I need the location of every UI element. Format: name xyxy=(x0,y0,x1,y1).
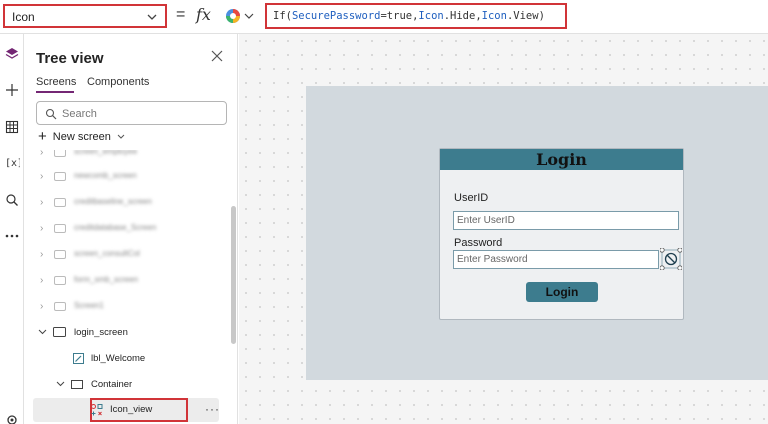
tree-item-label: login_screen xyxy=(74,327,128,338)
property-value: Icon xyxy=(12,10,35,24)
chevron-down-icon xyxy=(117,134,125,139)
copilot-icon xyxy=(226,9,254,23)
tree-item[interactable]: › newcomb_screen xyxy=(24,164,228,190)
tree-item-login-screen[interactable]: login_screen xyxy=(24,320,228,346)
tab-screens[interactable]: Screens xyxy=(36,76,76,88)
equals-sign: = xyxy=(176,6,186,23)
tab-components[interactable]: Components xyxy=(87,76,149,88)
login-title: Login xyxy=(536,150,587,169)
tree-item[interactable]: › Screen1 xyxy=(24,294,228,320)
chevron-down-icon xyxy=(56,381,65,387)
chevron-right-icon: › xyxy=(40,197,44,208)
power-apps-studio: Icon = fx If(SecurePassword=true,Icon.Hi… xyxy=(0,0,768,424)
tree-item-label: screen_consultCol xyxy=(74,249,140,258)
tree-view-title: Tree view xyxy=(36,50,104,67)
screen-icon xyxy=(54,150,66,157)
fx-icon[interactable]: fx xyxy=(196,5,211,24)
screen-tree-list: › screen_employee › newcomb_screen › cre… xyxy=(24,150,236,424)
tree-item[interactable]: › creditbaseline_screen xyxy=(24,190,228,216)
new-screen-label: New screen xyxy=(52,131,111,143)
scrollbar[interactable] xyxy=(231,206,236,344)
formula-bar: Icon = fx If(SecurePassword=true,Icon.Hi… xyxy=(0,0,768,34)
userid-label: UserID xyxy=(454,192,489,204)
tree-item[interactable]: › creditdatabase_Screen xyxy=(24,216,228,242)
tree-item-container[interactable]: Container xyxy=(24,372,228,398)
search-placeholder: Search xyxy=(62,108,97,120)
login-header: Login xyxy=(440,149,683,170)
copilot-button[interactable] xyxy=(224,6,262,26)
chevron-down-icon xyxy=(147,14,157,20)
tree-item-label: creditbaseline_screen xyxy=(74,197,152,206)
chevron-right-icon: › xyxy=(40,275,44,286)
tree-item-lbl-welcome[interactable]: lbl_Welcome xyxy=(24,346,228,372)
screen-icon xyxy=(54,250,66,259)
more-options-icon[interactable]: ··· xyxy=(205,402,220,416)
close-icon[interactable] xyxy=(209,50,225,66)
icon-control-icon xyxy=(91,404,103,416)
tree-item-label: creditdatabase_Screen xyxy=(74,223,157,232)
property-dropdown[interactable]: Icon xyxy=(3,4,167,28)
screen-icon xyxy=(54,276,66,285)
login-button[interactable]: Login xyxy=(526,282,598,302)
layers-icon[interactable] xyxy=(0,44,24,64)
screen-icon xyxy=(54,198,66,207)
formula-enum: Icon xyxy=(481,10,507,22)
plus-icon: + xyxy=(38,128,47,145)
screen-icon xyxy=(53,327,66,337)
tree-item-label: screen_employee xyxy=(74,150,138,156)
chevron-right-icon: › xyxy=(40,150,44,158)
edit-label-icon xyxy=(73,353,84,364)
tree-item[interactable]: › screen_consultCol xyxy=(24,242,228,268)
tree-item-icon-view[interactable]: Icon_view ··· xyxy=(33,398,219,422)
search-icon xyxy=(45,108,57,120)
settings-icon[interactable] xyxy=(0,410,24,424)
chevron-right-icon: › xyxy=(40,301,44,312)
tree-item-label: lbl_Welcome xyxy=(91,353,146,364)
formula-close: ) xyxy=(538,10,545,22)
login-container[interactable]: Login UserID Enter UserID Password Enter… xyxy=(439,148,684,320)
eye-hide-icon[interactable] xyxy=(659,247,683,271)
variables-icon[interactable]: [x] xyxy=(0,152,24,172)
more-icon[interactable] xyxy=(0,226,24,246)
chevron-right-icon: › xyxy=(40,249,44,260)
chevron-right-icon: › xyxy=(40,223,44,234)
active-tab-indicator xyxy=(36,91,74,93)
search-input[interactable]: Search xyxy=(36,101,227,125)
tree-item-label: Screen1 xyxy=(74,301,104,310)
search-icon[interactable] xyxy=(0,190,24,210)
new-screen-button[interactable]: + New screen xyxy=(38,128,125,145)
password-label: Password xyxy=(454,237,503,249)
tree-item-label: newcomb_screen xyxy=(74,171,137,180)
formula-var: SecurePassword xyxy=(291,10,381,22)
formula-fn: If( xyxy=(273,10,292,22)
screen-icon xyxy=(54,172,66,181)
chevron-down-icon xyxy=(38,329,47,335)
tree-item[interactable]: › form_smb_screen xyxy=(24,268,228,294)
password-input[interactable]: Enter Password xyxy=(453,250,659,269)
formula-input[interactable]: If(SecurePassword=true,Icon.Hide,Icon.Vi… xyxy=(265,3,567,29)
svg-text:[x]: [x] xyxy=(5,158,20,169)
tree-item-label: Icon_view xyxy=(110,404,153,415)
plus-icon[interactable] xyxy=(0,80,24,100)
tree-view-panel: Tree view Screens Components Search + Ne… xyxy=(24,34,238,424)
container-icon xyxy=(71,380,83,389)
formula-enum: Icon xyxy=(418,10,444,22)
tree-item-label: form_smb_screen xyxy=(74,275,139,284)
screen-icon xyxy=(54,302,66,311)
left-rail: [x] xyxy=(0,34,24,424)
data-table-icon[interactable] xyxy=(0,117,24,137)
screen-icon xyxy=(54,224,66,233)
tree-item-label: Container xyxy=(91,379,133,390)
chevron-right-icon: › xyxy=(40,171,44,182)
formula-op: =true, xyxy=(380,10,419,22)
userid-input[interactable]: Enter UserID xyxy=(453,211,679,230)
formula-member: .View xyxy=(506,10,539,22)
formula-member: .Hide, xyxy=(443,10,482,22)
